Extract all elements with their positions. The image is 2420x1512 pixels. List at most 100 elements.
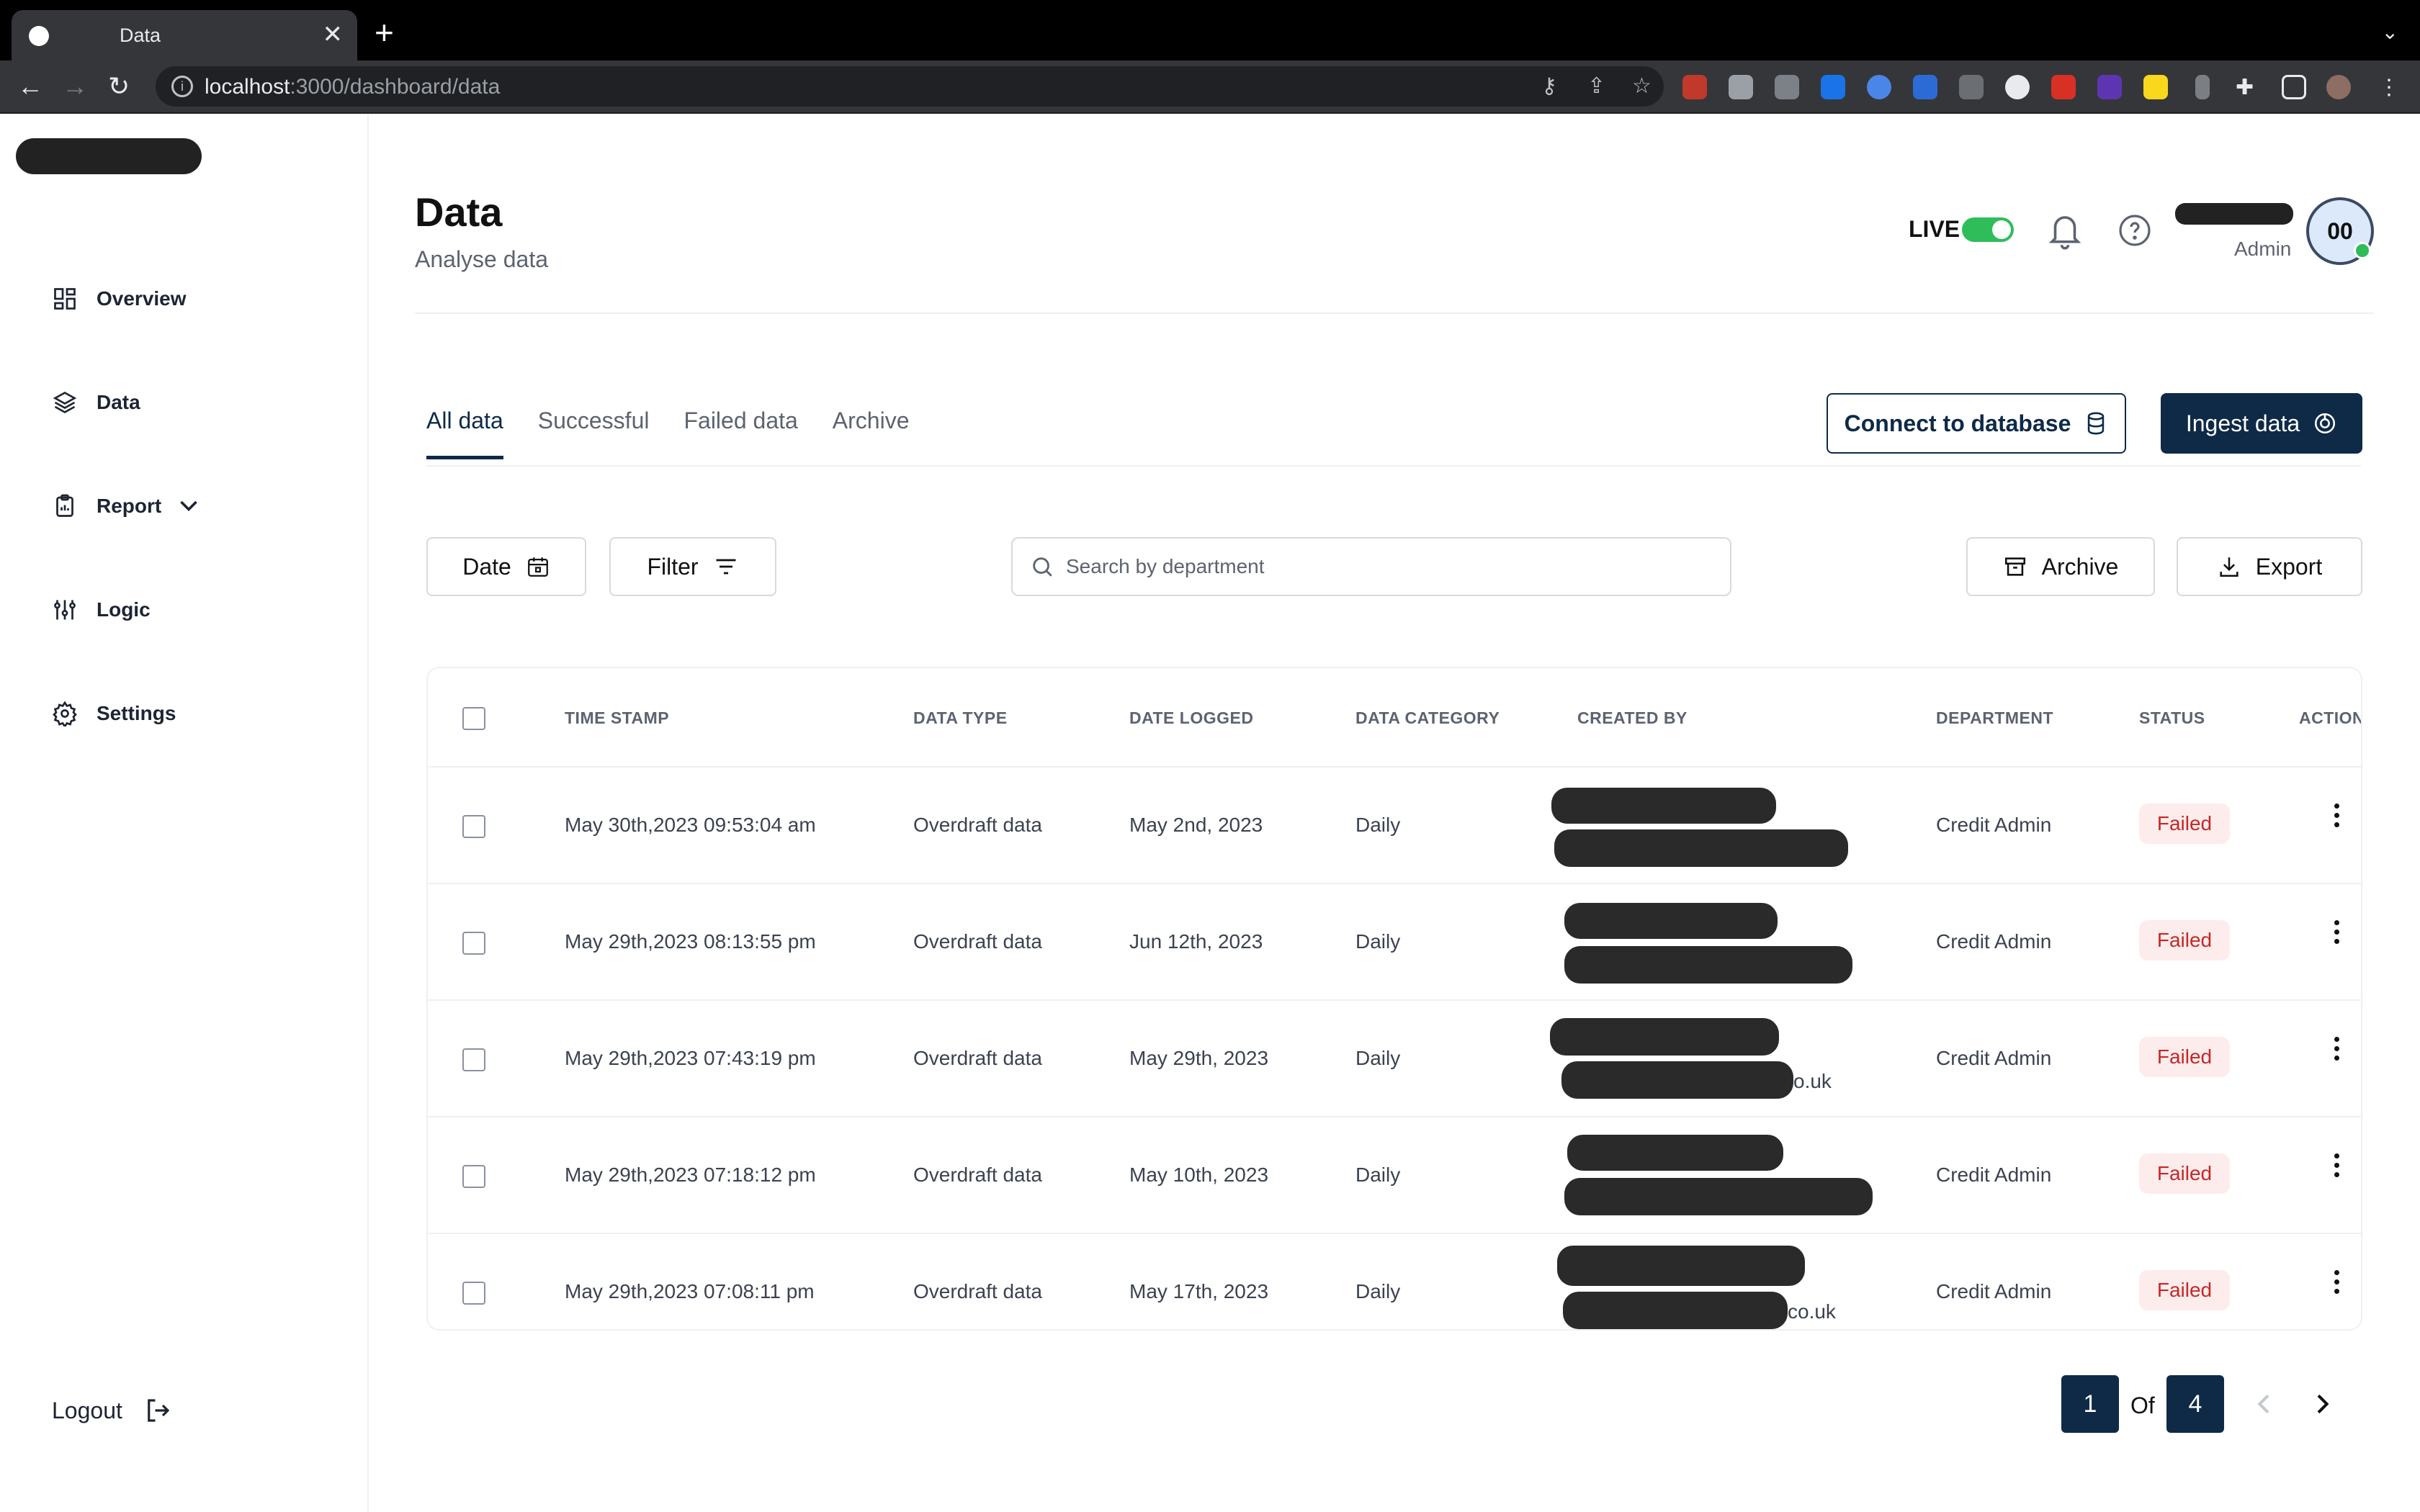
date-label: Date bbox=[462, 553, 511, 580]
live-toggle[interactable] bbox=[1962, 217, 2014, 242]
extension-icon[interactable] bbox=[1821, 75, 1845, 99]
extension-icon[interactable] bbox=[1775, 75, 1799, 99]
logout-button[interactable]: Logout bbox=[52, 1395, 173, 1426]
chevron-down-icon[interactable] bbox=[176, 493, 202, 519]
tab-successful[interactable]: Successful bbox=[538, 408, 650, 459]
reload-icon[interactable]: ↻ bbox=[108, 71, 130, 102]
database-icon bbox=[2088, 412, 2105, 435]
row-actions-menu-icon[interactable] bbox=[2329, 1032, 2344, 1083]
table-row[interactable]: May 29th,2023 07:18:12 pm Overdraft data… bbox=[428, 1117, 2361, 1234]
row-actions-menu-icon[interactable] bbox=[2329, 916, 2344, 966]
column-header-data-category[interactable]: DATA CATEGORY bbox=[1355, 708, 1500, 728]
logout-icon bbox=[148, 1399, 170, 1422]
next-page-icon[interactable] bbox=[2308, 1388, 2336, 1420]
extension-icon[interactable] bbox=[2097, 75, 2122, 99]
tab-all-data[interactable]: All data bbox=[426, 408, 503, 459]
date-logged-cell: May 17th, 2023 bbox=[1129, 1280, 1269, 1302]
table-row[interactable]: May 29th,2023 07:08:11 pm Overdraft data… bbox=[428, 1234, 2361, 1329]
column-header-data-type[interactable]: DATA TYPE bbox=[913, 708, 1008, 728]
sidebar-item-data[interactable]: Data bbox=[52, 384, 140, 420]
browser-toolbar: ← → ↻ i localhost:3000/dashboard/data ⚷ … bbox=[0, 60, 2420, 114]
address-bar[interactable]: i localhost:3000/dashboard/data ⚷ ⇪ ☆ bbox=[156, 66, 1664, 107]
select-all-checkbox[interactable] bbox=[462, 707, 485, 730]
row-actions-menu-icon[interactable] bbox=[2329, 1149, 2344, 1200]
extension-icon[interactable] bbox=[1867, 75, 1891, 99]
extension-icon[interactable] bbox=[1729, 75, 1753, 99]
url-text: localhost:3000/dashboard/data bbox=[205, 75, 501, 99]
bell-icon[interactable] bbox=[2045, 209, 2084, 252]
tab-archive[interactable]: Archive bbox=[833, 408, 910, 459]
extension-icon[interactable] bbox=[1959, 75, 1984, 99]
row-actions-menu-icon[interactable] bbox=[2329, 799, 2344, 850]
extension-icon[interactable] bbox=[2005, 75, 2030, 99]
extension-icon[interactable] bbox=[1682, 75, 1707, 99]
previous-page-icon[interactable] bbox=[2250, 1388, 2279, 1420]
current-page-indicator[interactable]: 1 bbox=[2061, 1375, 2119, 1433]
created-by-suffix: o.uk bbox=[1793, 1070, 1832, 1092]
row-actions-menu-icon[interactable] bbox=[2329, 1266, 2344, 1316]
timestamp-cell: May 29th,2023 07:43:19 pm bbox=[565, 1047, 816, 1069]
table-row[interactable]: May 29th,2023 08:13:55 pm Overdraft data… bbox=[428, 884, 2361, 1001]
new-tab-button[interactable]: + bbox=[375, 14, 394, 50]
sidebar-item-logic[interactable]: Logic bbox=[52, 592, 151, 628]
column-header-department[interactable]: DEPARTMENT bbox=[1936, 708, 2053, 728]
category-cell: Daily bbox=[1355, 1047, 1401, 1069]
row-checkbox[interactable] bbox=[462, 1282, 485, 1305]
row-checkbox[interactable] bbox=[462, 815, 485, 838]
data-type-cell: Overdraft data bbox=[913, 814, 1042, 836]
column-header-status[interactable]: STATUS bbox=[2139, 708, 2205, 728]
category-cell: Daily bbox=[1355, 814, 1401, 836]
close-tab-icon[interactable]: ✕ bbox=[323, 20, 344, 49]
browser-tab[interactable]: Data ✕ bbox=[12, 10, 357, 60]
table-row[interactable]: May 29th,2023 07:43:19 pm Overdraft data… bbox=[428, 1001, 2361, 1117]
connect-to-database-button[interactable]: Connect to database bbox=[1827, 393, 2126, 454]
help-icon[interactable] bbox=[2118, 213, 2152, 248]
row-checkbox[interactable] bbox=[462, 932, 485, 955]
search-bar[interactable] bbox=[1011, 537, 1731, 596]
profile-avatar[interactable] bbox=[2326, 75, 2351, 99]
tabs-divider bbox=[426, 465, 2361, 467]
created-by-suffix: co.uk bbox=[1788, 1300, 1836, 1323]
company-logo[interactable] bbox=[16, 138, 202, 174]
extension-icon[interactable] bbox=[2195, 75, 2210, 99]
search-input[interactable] bbox=[1066, 555, 1714, 578]
filter-button[interactable]: Filter bbox=[609, 537, 776, 596]
share-icon[interactable]: ⇪ bbox=[1587, 73, 1605, 99]
extension-icon[interactable] bbox=[2051, 75, 2076, 99]
created-by-redacted bbox=[1557, 1246, 1805, 1286]
sidebar-item-report[interactable]: Report bbox=[52, 488, 202, 524]
puzzle-icon[interactable]: ✚ bbox=[2236, 75, 2260, 99]
user-role: Admin bbox=[2234, 238, 2292, 260]
total-pages-indicator[interactable]: 4 bbox=[2166, 1375, 2224, 1433]
department-cell: Credit Admin bbox=[1936, 1047, 2052, 1069]
column-header-created-by[interactable]: CREATED BY bbox=[1577, 708, 1688, 728]
side-panel-icon[interactable] bbox=[2282, 75, 2306, 99]
data-table: TIME STAMP DATA TYPE DATE LOGGED DATA CA… bbox=[426, 667, 2362, 1331]
export-button[interactable]: Export bbox=[2177, 537, 2362, 596]
back-icon[interactable]: ← bbox=[17, 71, 43, 102]
column-header-date-logged[interactable]: DATE LOGGED bbox=[1129, 708, 1253, 728]
column-header-timestamp[interactable]: TIME STAMP bbox=[565, 708, 669, 728]
logout-label: Logout bbox=[52, 1397, 122, 1423]
sidebar-item-overview[interactable]: Overview bbox=[52, 281, 187, 317]
table-row[interactable]: May 30th,2023 09:53:04 am Overdraft data… bbox=[428, 768, 2361, 884]
sidebar-item-settings[interactable]: Settings bbox=[52, 696, 176, 732]
site-info-icon[interactable]: i bbox=[171, 76, 193, 97]
ingest-data-button[interactable]: Ingest data bbox=[2161, 393, 2362, 454]
key-icon[interactable]: ⚷ bbox=[1541, 73, 1557, 99]
extension-icon[interactable] bbox=[2143, 75, 2168, 99]
row-checkbox[interactable] bbox=[462, 1048, 485, 1071]
forward-icon[interactable]: → bbox=[62, 71, 88, 102]
filter-label: Filter bbox=[647, 553, 699, 580]
archive-button[interactable]: Archive bbox=[1966, 537, 2155, 596]
date-filter-button[interactable]: Date bbox=[426, 537, 586, 596]
sidebar-item-label: Settings bbox=[97, 702, 176, 724]
tab-search-chevron-icon[interactable]: ⌄ bbox=[2382, 20, 2398, 44]
tab-failed-data[interactable]: Failed data bbox=[684, 408, 797, 459]
created-by-redacted bbox=[1567, 1135, 1783, 1171]
date-logged-cell: May 10th, 2023 bbox=[1129, 1164, 1269, 1186]
row-checkbox[interactable] bbox=[462, 1165, 485, 1188]
extension-icon[interactable] bbox=[1913, 75, 1937, 99]
bookmark-star-icon[interactable]: ☆ bbox=[1632, 73, 1652, 99]
browser-menu-icon[interactable]: ⋮ bbox=[2377, 75, 2401, 99]
